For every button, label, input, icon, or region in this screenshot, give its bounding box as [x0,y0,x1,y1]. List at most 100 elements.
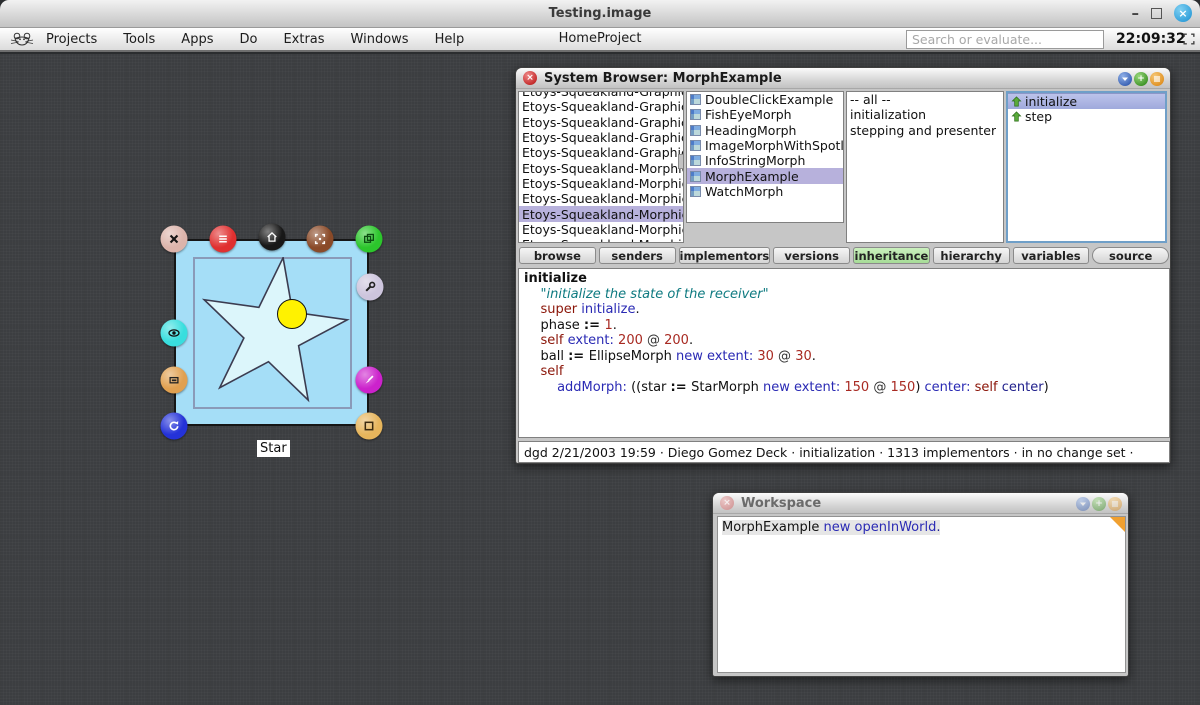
expand-icon[interactable]: + [1092,497,1106,511]
method-item[interactable]: initialize [1008,93,1165,109]
system-browser-window[interactable]: × System Browser: MorphExample + Etoys-S… [515,67,1171,464]
code-token: @ [869,380,890,395]
package-item[interactable]: Etoys-Squeakland-Graphic [519,130,683,145]
code-editor[interactable]: initialize "initialize the state of the … [518,268,1170,438]
code-token: . [812,349,816,364]
list-item-label: Etoys-Squeakland-Morphic [522,161,683,176]
nav-button-senders[interactable]: senders [599,247,676,264]
method-item[interactable]: step [1008,109,1165,124]
browser-status-bar: dgd 2/21/2003 19:59 · Diego Gomez Deck ·… [518,441,1170,463]
rotate-handle[interactable] [161,413,188,440]
class-item[interactable]: MorphExample [687,168,843,183]
os-titlebar: Testing.image – × [0,0,1200,28]
package-item[interactable]: Etoys-Squeakland-Graphic [519,145,683,160]
frame-icon [314,233,327,246]
code-token: . [613,318,617,333]
list-item-label: WatchMorph [705,184,783,199]
nav-button-variables[interactable]: variables [1013,247,1090,264]
fullscreen-icon[interactable] [1182,32,1196,46]
collapse-handle[interactable] [161,367,188,394]
code-token: ) [1044,380,1049,395]
close-icon[interactable]: × [1174,4,1192,22]
list-item-label: Etoys-Squeakland-Graphic [522,130,683,145]
workspace-close-icon[interactable]: × [720,496,734,510]
package-item[interactable]: Etoys-Squeakland-Morphic [519,206,683,221]
code-token: EllipseMorph [589,349,676,364]
collapse-window-icon[interactable] [1150,72,1164,86]
method-list[interactable]: initializestep [1006,91,1167,243]
minimize-icon[interactable]: – [1132,4,1140,22]
nav-button-implementors[interactable]: implementors [679,247,771,264]
code-token: := [568,349,589,364]
nav-button-versions[interactable]: versions [773,247,850,264]
class-item[interactable]: DoubleClickExample [687,92,843,107]
code-token: 150 [890,380,915,395]
window-handle[interactable] [356,413,383,440]
clock[interactable]: 22:09:32 [1116,31,1186,47]
maximize-icon[interactable] [1151,8,1162,19]
move-handle[interactable] [307,226,334,253]
protocol-item[interactable]: initialization [847,107,1003,122]
list-item-label: Etoys-Squeakland-Morphic [522,207,683,222]
package-list[interactable]: Etoys-Squeakland-GraphicEtoys-Squeakland… [518,91,684,243]
eye-handle[interactable] [161,320,188,347]
paint-handle[interactable] [356,367,383,394]
list-item-label: Etoys-Squeakland-Graphic [522,145,683,160]
package-item[interactable]: Etoys-Squeakland-Graphic [519,99,683,114]
protocol-list[interactable]: -- all --initializationstepping and pres… [846,91,1004,243]
class-item[interactable]: InfoStringMorph [687,153,843,168]
class-item[interactable]: HeadingMorph [687,123,843,138]
ellipse-morph[interactable] [277,299,307,329]
screen: Testing.image – × ProjectsToolsAppsDoExt… [0,0,1200,705]
code-token: extent: [568,333,618,348]
class-icon [690,186,701,197]
package-item[interactable]: Etoys-Squeakland-Morphic [519,160,683,175]
window-menu-icon[interactable] [1118,72,1132,86]
class-list[interactable]: DoubleClickExampleFishEyeMorphHeadingMor… [686,91,844,223]
code-token: self [541,333,568,348]
package-item[interactable]: Etoys-Squeakland-Morphic [519,222,683,237]
menu-handle[interactable] [210,226,237,253]
browser-title-bar[interactable]: × System Browser: MorphExample + [516,68,1170,89]
workspace-editor[interactable]: MorphExample new openInWorld. [717,516,1126,673]
code-token: := [671,380,692,395]
morph-name-label[interactable]: Star [257,440,290,457]
desktop[interactable]: Star × System Browser: MorphExample + Et… [0,54,1200,705]
code-token: := [584,318,605,333]
window-controls: – × [1132,4,1193,22]
nav-button-inheritance[interactable]: inheritance [853,247,930,264]
package-item[interactable]: Etoys-Squeakland-Morphic [519,191,683,206]
browser-close-icon[interactable]: × [523,71,537,85]
expand-icon[interactable]: + [1134,72,1148,86]
package-item[interactable]: Etoys-Squeakland-Morphic [519,176,683,191]
star-morph[interactable] [193,257,352,409]
pickup-handle[interactable] [259,224,286,251]
code-token: center [1002,380,1044,395]
protocol-item[interactable]: stepping and presenter [847,123,1003,138]
package-item[interactable]: Etoys-Squeakland-Morphic [519,237,683,243]
class-item[interactable]: FishEyeMorph [687,107,843,122]
nav-button-hierarchy[interactable]: hierarchy [933,247,1010,264]
collapse-window-icon[interactable] [1108,497,1122,511]
search-input[interactable] [906,30,1104,49]
window-menu-icon[interactable] [1076,497,1090,511]
class-item[interactable]: ImageMorphWithSpotlight [687,138,843,153]
package-item[interactable]: Etoys-Squeakland-Graphic [519,91,683,99]
class-item[interactable]: WatchMorph [687,184,843,199]
workspace-window[interactable]: × Workspace + MorphExample new openInWor… [712,492,1129,677]
list-item-label: Etoys-Squeakland-Morphic [522,237,683,243]
duplicate-handle[interactable] [356,226,383,253]
nav-button-browse[interactable]: browse [519,247,596,264]
debug-handle[interactable] [357,274,384,301]
code-line: ball := EllipseMorph new extent: 30 @ 30… [524,349,1164,365]
list-item-label: -- all -- [850,92,891,107]
workspace-title-bar[interactable]: × Workspace + [713,493,1128,514]
package-item[interactable]: Etoys-Squeakland-Graphic [519,115,683,130]
dismiss-handle[interactable] [161,226,188,253]
workspace-code-line[interactable]: MorphExample new openInWorld. [718,517,1125,538]
scrollbar[interactable] [678,154,684,169]
protocol-item[interactable]: -- all -- [847,92,1003,107]
code-token: 150 [844,380,869,395]
code-token: initialize [524,271,587,286]
nav-button-source[interactable]: source [1092,247,1169,264]
